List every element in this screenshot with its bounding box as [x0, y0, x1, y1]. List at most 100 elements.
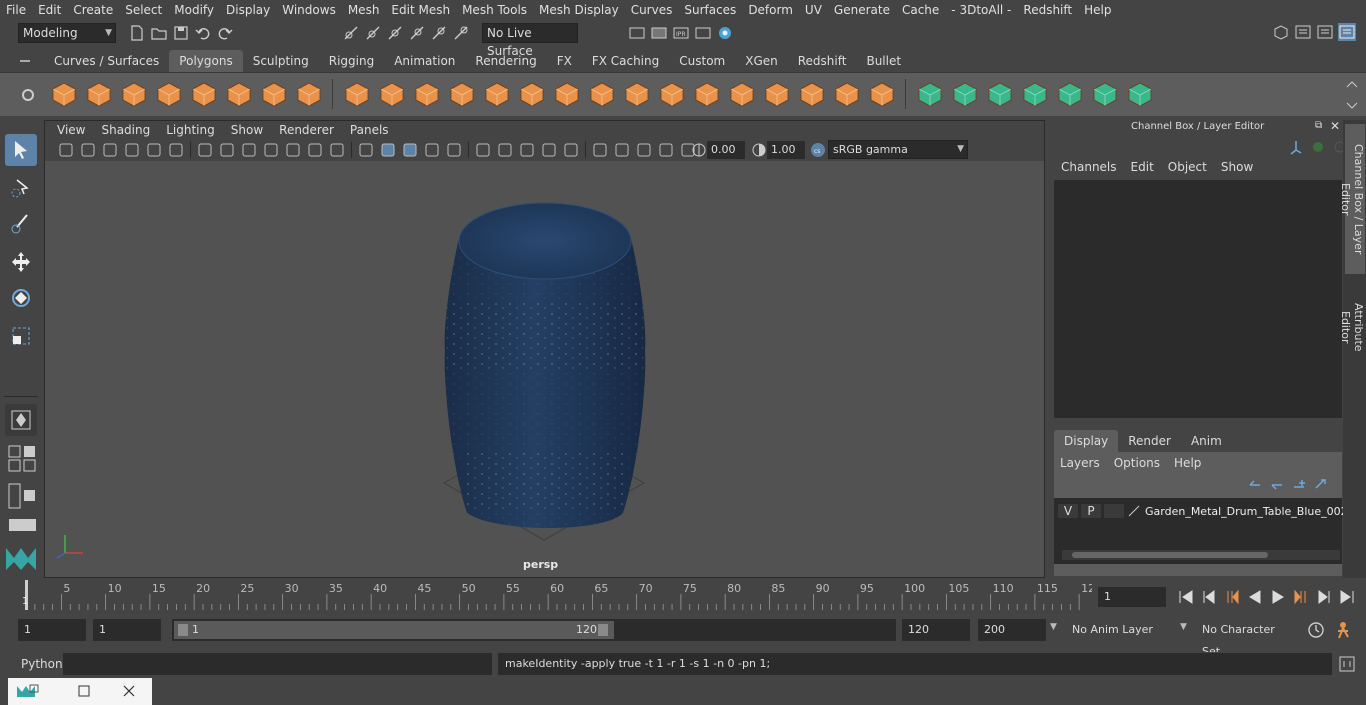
bookmark-icon[interactable] [101, 141, 119, 159]
scene-end-field[interactable]: 200 [978, 619, 1046, 641]
paint-select-icon[interactable] [5, 208, 37, 240]
2d-pan-zoom-icon[interactable] [167, 141, 185, 159]
playback-start-field[interactable]: 1 [93, 619, 161, 641]
tab-curves-surfaces[interactable]: Curves / Surfaces [44, 50, 169, 72]
snap-curve-icon[interactable] [364, 24, 382, 42]
mode-dropdown[interactable]: Modeling ▼ [18, 23, 116, 43]
move-layer-down-icon[interactable] [1268, 476, 1286, 494]
fill-hole-icon[interactable] [727, 79, 757, 109]
smooth-shade-icon[interactable] [379, 141, 397, 159]
time-ruler[interactable]: 5 10 15 20 25 30 35 40 45 50 55 60 65 70 75 80 85 90 95 100… [22, 580, 1092, 610]
open-scene-icon[interactable] [150, 24, 168, 42]
film-gate-icon[interactable] [218, 141, 236, 159]
menu-3dtoall[interactable]: - 3DtoAll - [945, 0, 1017, 20]
range-start-grip[interactable] [178, 624, 188, 636]
mirror-icon[interactable] [517, 79, 547, 109]
wireframe-icon[interactable] [357, 141, 375, 159]
menu-uv[interactable]: UV [799, 0, 828, 20]
minimized-window[interactable] [8, 678, 152, 705]
bevel-icon[interactable] [552, 79, 582, 109]
field-chart-icon[interactable] [284, 141, 302, 159]
triangulate-icon[interactable] [797, 79, 827, 109]
quadrangulate-icon[interactable] [832, 79, 862, 109]
render-settings-icon[interactable] [628, 24, 646, 42]
safe-title-icon[interactable] [328, 141, 346, 159]
channel-box-toggle-icon[interactable] [1338, 23, 1356, 41]
shelf-settings-icon[interactable] [18, 85, 38, 105]
step-back-frame-icon[interactable] [1223, 588, 1241, 606]
menu-curves[interactable]: Curves [625, 0, 679, 20]
smooth-icon[interactable] [447, 79, 477, 109]
scene-start-field[interactable]: 1 [18, 619, 86, 641]
gamma-field[interactable]: 1.00 [767, 141, 805, 159]
cb-menu-edit[interactable]: Edit [1131, 160, 1168, 174]
default-material-icon[interactable] [401, 141, 419, 159]
layout-quad-icon[interactable] [8, 444, 38, 474]
chevron-down-icon[interactable]: ▼ [1180, 622, 1187, 632]
ssao-icon[interactable] [518, 141, 536, 159]
go-to-end-icon[interactable] [1338, 588, 1356, 606]
target-weld-icon[interactable] [692, 79, 722, 109]
isolate-icon[interactable] [613, 141, 631, 159]
select-camera-icon[interactable] [57, 141, 75, 159]
gate-mask-icon[interactable] [262, 141, 280, 159]
tab-animation[interactable]: Animation [384, 50, 465, 72]
reduce-icon[interactable] [762, 79, 792, 109]
vp-menu-shading[interactable]: Shading [93, 121, 158, 139]
new-scene-icon[interactable] [128, 24, 146, 42]
camera-attributes-icon[interactable] [79, 141, 97, 159]
menu-mesh-tools[interactable]: Mesh Tools [456, 0, 533, 20]
layer-menu-layers[interactable]: Layers [1060, 456, 1114, 470]
range-slider-handle[interactable]: 1 120 [174, 621, 614, 639]
uv-auto-icon[interactable] [915, 79, 945, 109]
shelf-scroll-icon[interactable] [1344, 77, 1360, 113]
channel-list[interactable] [1054, 180, 1342, 418]
exposure-field[interactable]: 0.00 [707, 141, 745, 159]
play-forward-icon[interactable] [1269, 588, 1287, 606]
snap-live-icon[interactable] [430, 24, 448, 42]
play-backward-icon[interactable] [1246, 588, 1264, 606]
workspace-icon[interactable] [1272, 23, 1290, 41]
menu-surfaces[interactable]: Surfaces [678, 0, 742, 20]
step-forward-key-icon[interactable] [1315, 588, 1333, 606]
snap-point-icon[interactable] [386, 24, 404, 42]
live-surface-field[interactable]: No Live Surface [482, 23, 578, 58]
auto-key-icon[interactable] [1306, 620, 1326, 640]
uv-editor-icon[interactable] [1125, 79, 1155, 109]
close-icon[interactable] [122, 684, 136, 698]
range-slider[interactable]: 1 120 [172, 619, 896, 641]
plane-icon[interactable] [189, 79, 219, 109]
manip-icon[interactable] [1287, 138, 1305, 156]
tab-redshift[interactable]: Redshift [788, 50, 857, 72]
tab-polygons[interactable]: Polygons [169, 50, 243, 72]
anim-prefs-icon[interactable] [1334, 620, 1356, 640]
layout-split-icon[interactable] [8, 482, 38, 510]
uv-spherical-icon[interactable] [1020, 79, 1050, 109]
save-scene-icon[interactable] [172, 24, 190, 42]
attribute-editor-toggle-icon[interactable] [1294, 23, 1312, 41]
render-frame-icon[interactable] [650, 24, 668, 42]
playback-end-field[interactable]: 120 [902, 619, 970, 641]
scrollbar-thumb[interactable] [1072, 552, 1268, 558]
menu-modify[interactable]: Modify [168, 0, 220, 20]
drum-table-mesh[interactable] [444, 202, 646, 528]
tab-bullet[interactable]: Bullet [856, 50, 911, 72]
vp-menu-show[interactable]: Show [223, 121, 271, 139]
cylinder-icon[interactable] [119, 79, 149, 109]
bridge-icon[interactable] [622, 79, 652, 109]
new-layer-icon[interactable] [1290, 476, 1308, 494]
colorspace-dropdown[interactable]: sRGB gamma ▼ [828, 140, 968, 159]
tab-fx[interactable]: FX [547, 50, 582, 72]
sphere-icon[interactable] [49, 79, 79, 109]
tool-settings-toggle-icon[interactable] [1316, 23, 1334, 41]
step-forward-frame-icon[interactable] [1292, 588, 1310, 606]
move-layer-up-icon[interactable] [1246, 476, 1264, 494]
cb-menu-channels[interactable]: Channels [1057, 160, 1131, 174]
snap-magnet-icon[interactable] [452, 24, 470, 42]
menu-deform[interactable]: Deform [742, 0, 799, 20]
xray-joints-icon[interactable] [635, 141, 653, 159]
xray-icon[interactable] [445, 141, 463, 159]
shadows-icon[interactable] [496, 141, 514, 159]
uv-unfold-icon[interactable] [1055, 79, 1085, 109]
move-tool-icon[interactable] [5, 246, 37, 278]
